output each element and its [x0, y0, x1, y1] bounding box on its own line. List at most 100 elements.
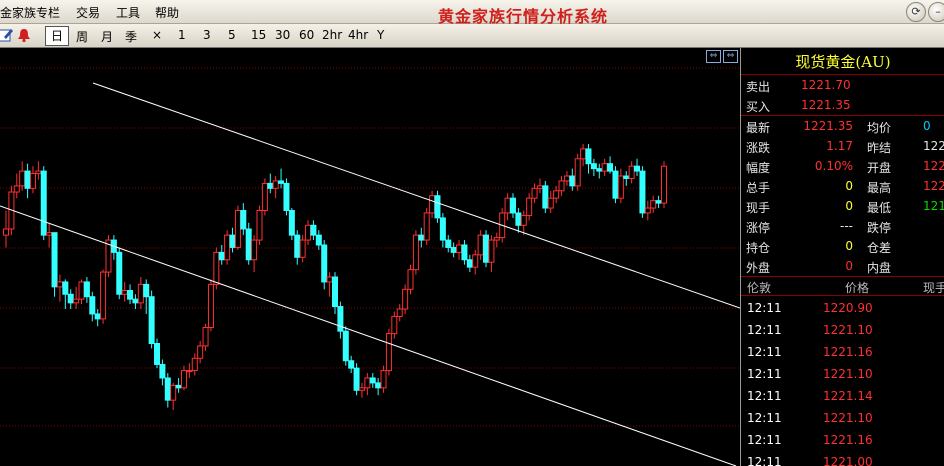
- candle-body: [407, 269, 414, 290]
- candle-body: [175, 384, 182, 389]
- period-year[interactable]: Y: [377, 28, 384, 42]
- candle-body: [148, 296, 155, 344]
- period-15min[interactable]: 15: [251, 28, 266, 42]
- candle-body: [661, 165, 667, 204]
- stat-label: 开盘: [867, 161, 892, 175]
- candle-body: [493, 237, 500, 241]
- stat-value: 0: [923, 119, 931, 133]
- menu-tools[interactable]: 工具: [116, 4, 140, 21]
- candle-body: [78, 281, 85, 300]
- stat-value: 122: [923, 179, 944, 193]
- candle-body: [526, 197, 533, 216]
- trade-row: 12:11 1220.90: [741, 298, 944, 320]
- candle-body: [321, 244, 328, 283]
- stat-row: 涨跌 1.17 昨结 122: [741, 136, 944, 156]
- candle-body: [186, 370, 193, 373]
- period-week[interactable]: 周: [76, 28, 88, 45]
- trade-time: 12:11: [747, 323, 782, 337]
- candle-body: [56, 281, 63, 288]
- refresh-icon[interactable]: ⟳: [906, 2, 926, 22]
- candle-body: [617, 175, 624, 199]
- candle-body: [234, 210, 241, 248]
- candle-body: [299, 239, 306, 258]
- trade-time: 12:11: [747, 389, 782, 403]
- candle-body: [310, 224, 317, 236]
- stat-label: 最新: [746, 121, 771, 135]
- candle-body: [207, 283, 214, 328]
- candle-body: [245, 228, 252, 261]
- candle-body: [634, 165, 641, 172]
- alarm-bell-icon[interactable]: [16, 27, 32, 43]
- stat-label: 昨结: [867, 141, 892, 155]
- candle-body: [24, 170, 31, 189]
- candle-body: [445, 239, 452, 248]
- trade-price: 1221.16: [823, 433, 873, 447]
- instrument-title: 现货黄金(AU): [795, 53, 891, 71]
- zoom-out-icon[interactable]: ⇔: [706, 50, 721, 63]
- candle-body: [267, 182, 274, 189]
- edit-icon[interactable]: [0, 27, 14, 43]
- candle-body: [19, 170, 26, 187]
- trade-row: 12:11 1221.14: [741, 386, 944, 408]
- candle-body: [62, 281, 69, 295]
- stat-label: 最低: [867, 201, 892, 215]
- trade-time: 12:11: [747, 455, 782, 466]
- menu-help[interactable]: 帮助: [155, 4, 179, 21]
- candle-body: [170, 384, 177, 401]
- candle-body: [51, 232, 58, 288]
- candle-body: [116, 251, 123, 295]
- stat-label: 幅度: [746, 161, 771, 175]
- candle-body: [580, 148, 587, 160]
- candle-body: [402, 288, 409, 310]
- menu-column[interactable]: 金家族专栏: [0, 4, 60, 21]
- kline-chart[interactable]: [0, 48, 740, 466]
- period-2hr[interactable]: 2hr: [322, 28, 342, 42]
- candle-body: [391, 315, 398, 335]
- period-60min[interactable]: 60: [299, 28, 314, 42]
- trade-row: 12:11 1221.00: [741, 452, 944, 466]
- stat-label: 仓差: [867, 241, 892, 255]
- period-4hr[interactable]: 4hr: [348, 28, 368, 42]
- stat-value: 1221.35: [803, 119, 853, 133]
- candle-body: [563, 175, 570, 182]
- stat-label: 外盘: [746, 261, 771, 275]
- candle-body: [412, 234, 419, 271]
- candle-body: [558, 180, 565, 192]
- candle-body: [623, 175, 630, 179]
- candle-body: [536, 185, 543, 189]
- period-5min[interactable]: 5: [228, 28, 236, 42]
- candle-body: [439, 217, 446, 241]
- candle-body: [542, 185, 549, 209]
- stat-label: 跌停: [867, 221, 892, 235]
- candle-body: [67, 293, 74, 304]
- trade-time: 12:11: [747, 411, 782, 425]
- candle-body: [520, 214, 527, 226]
- candle-body: [3, 228, 9, 236]
- candle-body: [256, 210, 263, 241]
- zoom-in-icon[interactable]: ⇔: [723, 50, 738, 63]
- period-30min[interactable]: 30: [275, 28, 290, 42]
- stat-label: 最高: [867, 181, 892, 195]
- period-3min[interactable]: 3: [203, 28, 211, 42]
- candle-body: [224, 234, 231, 261]
- menu-trade[interactable]: 交易: [76, 4, 100, 21]
- period-day-button[interactable]: 日: [45, 26, 69, 46]
- candle-body: [418, 234, 425, 241]
- candle-body: [504, 197, 511, 214]
- menu-bar: 金家族专栏 交易 工具 帮助 黄金家族行情分析系统 ⟳ –: [0, 0, 944, 26]
- candle-body: [164, 377, 171, 401]
- period-quarter[interactable]: 季: [125, 28, 137, 45]
- candle-body: [574, 158, 581, 187]
- stat-label: 内盘: [867, 261, 892, 275]
- candle-body: [332, 276, 338, 308]
- period-close[interactable]: ×: [152, 28, 162, 42]
- trade-price: 1221.00: [823, 455, 873, 466]
- period-month[interactable]: 月: [101, 28, 113, 45]
- stat-value: ---: [840, 219, 853, 233]
- candle-body: [461, 244, 468, 261]
- trade-price: 1220.90: [823, 301, 873, 315]
- col-header-price: 价格: [845, 281, 870, 295]
- period-1min[interactable]: 1: [178, 28, 186, 42]
- candle-body: [159, 363, 166, 379]
- minimize-icon[interactable]: –: [928, 2, 944, 22]
